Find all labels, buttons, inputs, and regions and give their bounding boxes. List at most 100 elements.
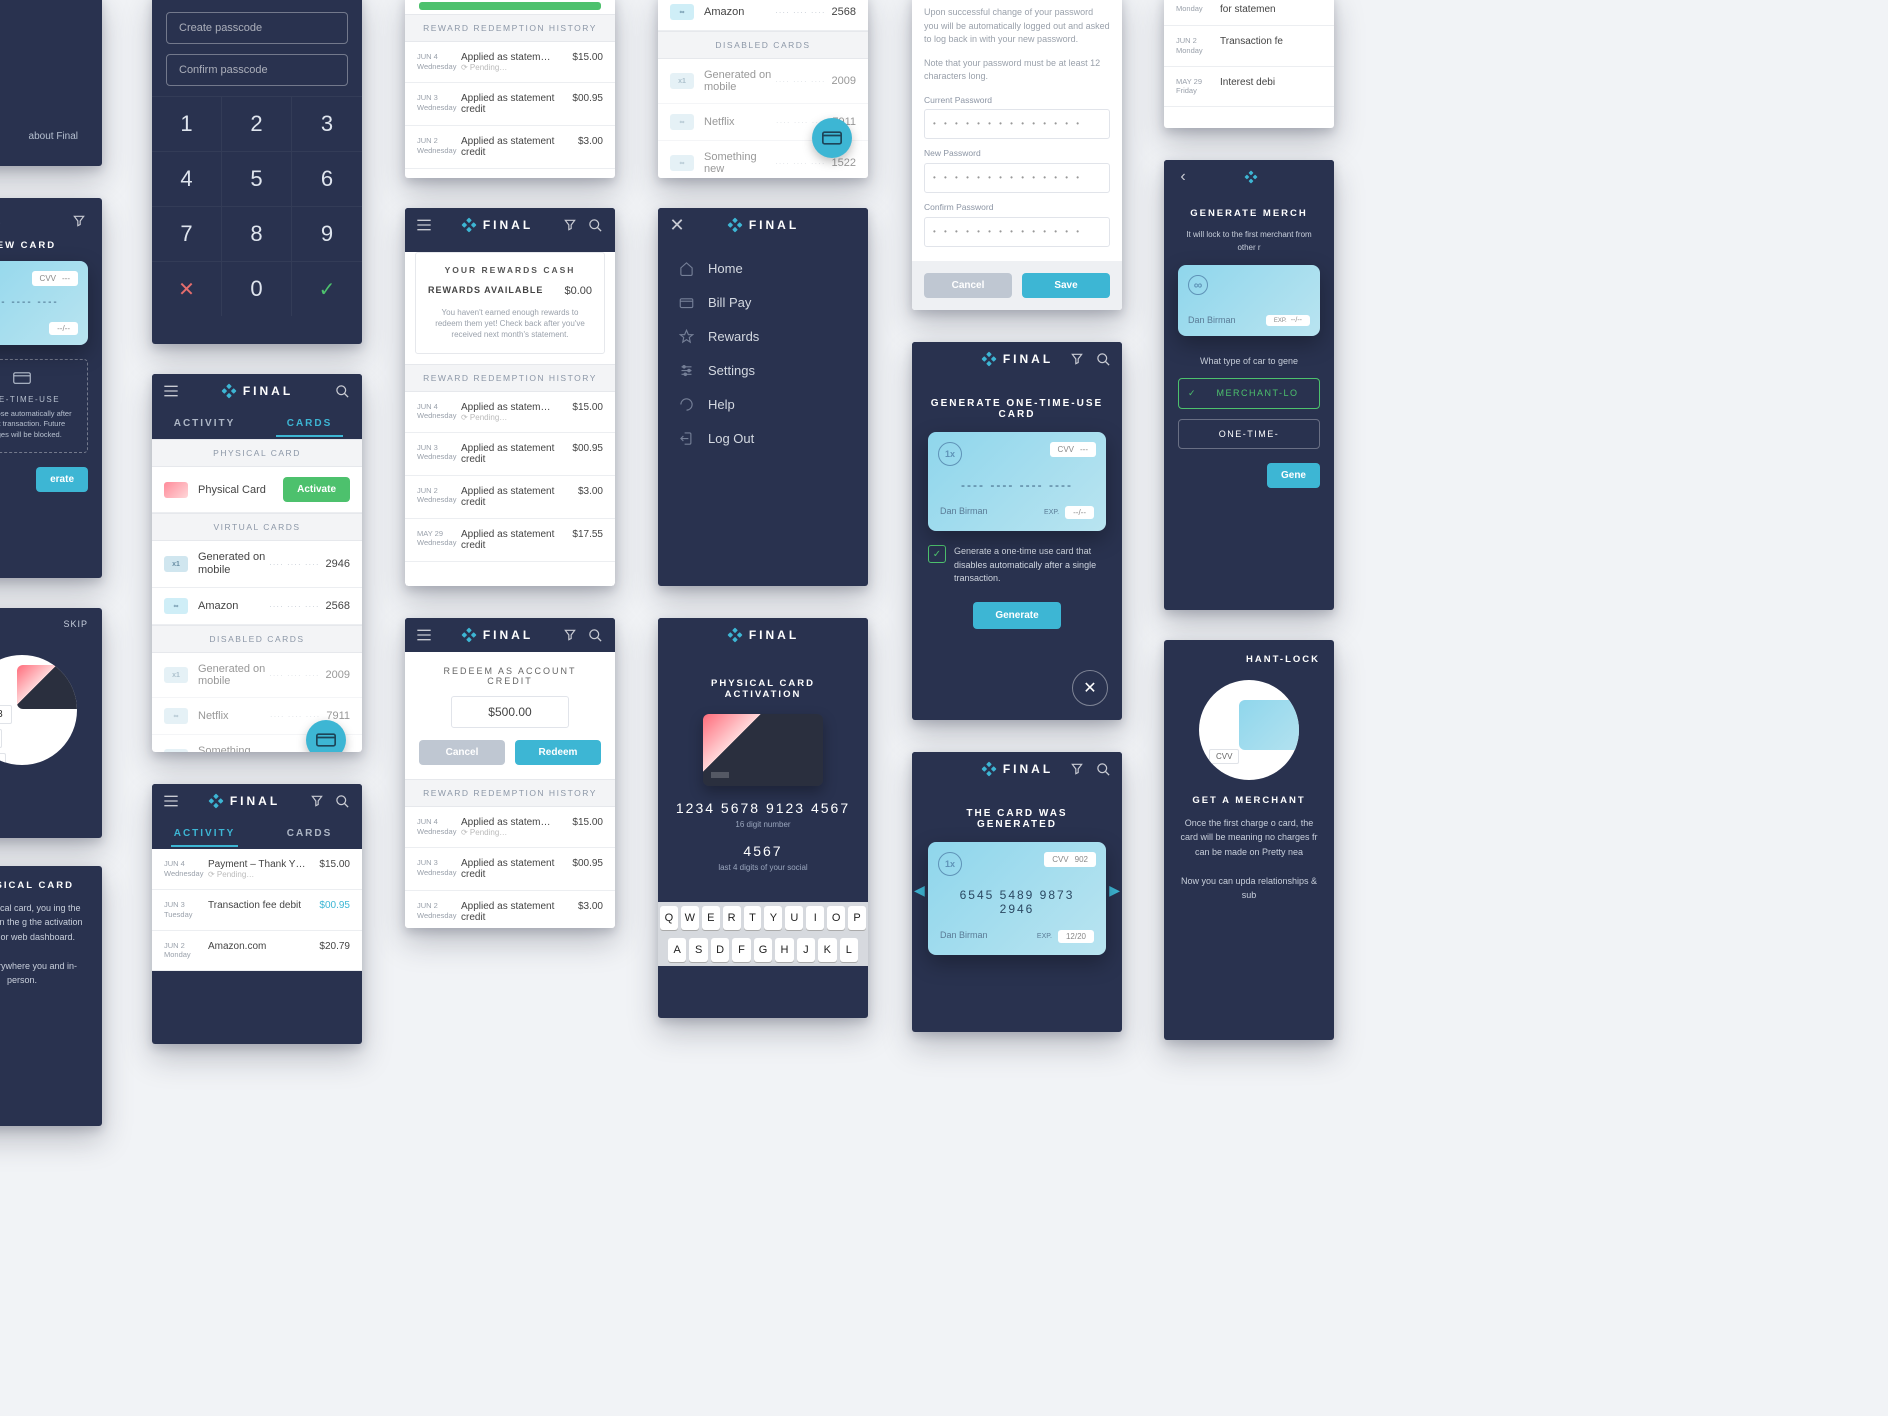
reward-row[interactable]: JUN 3WednesdayApplied as statement credi… <box>405 433 615 476</box>
current-password-input[interactable]: • • • • • • • • • • • • • • <box>924 109 1110 139</box>
search-icon[interactable] <box>587 626 605 644</box>
reward-row[interactable]: JUN 2WednesdayApplied as statement credi… <box>405 126 615 169</box>
back-icon[interactable]: ‹ <box>1174 168 1192 186</box>
search-icon[interactable] <box>334 382 352 400</box>
reward-row[interactable]: JUN 4WednesdayApplied as statem…⟳ Pendin… <box>405 42 615 83</box>
key-Y[interactable]: Y <box>764 906 782 930</box>
virtual-card-row[interactable]: ∞Amazon···· ···· ····2568 <box>658 0 868 31</box>
filter-icon[interactable] <box>1068 350 1086 368</box>
key-K[interactable]: K <box>818 938 836 962</box>
activity-row[interactable]: Mondayfor statemen <box>1164 0 1334 26</box>
activity-row[interactable]: JUN 4WednesdayPayment – Thank Y…⟳ Pendin… <box>152 849 362 890</box>
redeem-button[interactable]: Redeem <box>515 740 601 765</box>
key-A[interactable]: A <box>668 938 686 962</box>
reward-row[interactable]: JUN 4WednesdayApplied as statem…⟳ Pendin… <box>405 392 615 433</box>
cancel-button[interactable]: Cancel <box>419 740 505 765</box>
key-1[interactable]: 1 <box>152 96 222 151</box>
fab-add-card[interactable] <box>812 118 852 158</box>
generate-button[interactable]: erate <box>36 467 88 492</box>
key-I[interactable]: I <box>806 906 824 930</box>
new-password-input[interactable]: • • • • • • • • • • • • • • <box>924 163 1110 193</box>
menu-help[interactable]: Help <box>678 396 848 412</box>
key-Q[interactable]: Q <box>660 906 678 930</box>
key-O[interactable]: O <box>827 906 845 930</box>
key-D[interactable]: D <box>711 938 729 962</box>
fab-add-card[interactable] <box>306 720 346 752</box>
choice-merchant-locked[interactable]: MERCHANT-LO <box>1178 378 1320 409</box>
reward-row[interactable]: MAY 29WednesdayApplied as statement cred… <box>405 519 615 562</box>
key-7[interactable]: 7 <box>152 206 222 261</box>
create-passcode-input[interactable]: Create passcode <box>166 12 348 44</box>
cancel-button[interactable]: Cancel <box>924 273 1012 298</box>
key-P[interactable]: P <box>848 906 866 930</box>
disabled-card-row[interactable]: x1Generated on mobile···· ···· ····2009 <box>658 59 868 104</box>
next-card-arrow[interactable]: ▶ <box>1109 882 1120 899</box>
disabled-card-row[interactable]: x1Generated on mobile···· ···· ····2009 <box>152 653 362 698</box>
menu-rewards[interactable]: Rewards <box>678 328 848 344</box>
menu-home[interactable]: Home <box>678 260 848 276</box>
key-8[interactable]: 8 <box>222 206 292 261</box>
menu-icon[interactable] <box>162 382 180 400</box>
tab-cards[interactable]: CARDS <box>257 408 362 439</box>
key-J[interactable]: J <box>797 938 815 962</box>
activity-row[interactable]: JUN 3TuesdayTransaction fee debit$00.95 <box>152 890 362 931</box>
tab-cards[interactable]: CARDS <box>257 818 362 849</box>
activity-row[interactable]: JUN 2MondayAmazon.com$20.79 <box>152 931 362 972</box>
reward-row[interactable]: JUN 3WednesdayApplied as statement credi… <box>405 83 615 126</box>
key-5[interactable]: 5 <box>222 151 292 206</box>
key-L[interactable]: L <box>840 938 858 962</box>
key-ok[interactable]: ✓ <box>292 261 362 316</box>
reward-row[interactable]: JUN 3WednesdayApplied as statement credi… <box>405 848 615 891</box>
key-E[interactable]: E <box>702 906 720 930</box>
key-R[interactable]: R <box>723 906 741 930</box>
reward-row[interactable]: JUN 4WednesdayApplied as statem…⟳ Pendin… <box>405 807 615 848</box>
key-0[interactable]: 0 <box>222 261 292 316</box>
key-cancel[interactable]: ✕ <box>152 261 222 316</box>
filter-icon[interactable] <box>561 216 579 234</box>
menu-icon[interactable] <box>415 216 433 234</box>
reward-row[interactable]: JUN 2WednesdayApplied as statement credi… <box>405 891 615 928</box>
activity-row[interactable]: MAY 29FridayInterest debi <box>1164 67 1334 108</box>
prev-card-arrow[interactable]: ◀ <box>914 882 925 899</box>
key-H[interactable]: H <box>775 938 793 962</box>
menu-icon[interactable] <box>162 792 180 810</box>
redeem-amount-input[interactable]: $500.00 <box>451 696 569 728</box>
choice-onetime[interactable]: ONE-TIME- <box>1178 419 1320 449</box>
activate-button[interactable]: Activate <box>283 477 350 502</box>
save-button[interactable]: Save <box>1022 273 1110 298</box>
virtual-card-row[interactable]: ∞Amazon···· ···· ····2568 <box>152 588 362 625</box>
key-6[interactable]: 6 <box>292 151 362 206</box>
search-icon[interactable] <box>587 216 605 234</box>
menu-logout[interactable]: Log Out <box>678 430 848 446</box>
search-icon[interactable] <box>1094 350 1112 368</box>
physical-card-row[interactable]: Physical Card Activate <box>152 467 362 513</box>
key-U[interactable]: U <box>785 906 803 930</box>
tab-activity[interactable]: ACTIVITY <box>152 818 257 849</box>
search-icon[interactable] <box>1094 760 1112 778</box>
key-4[interactable]: 4 <box>152 151 222 206</box>
close-icon[interactable]: ✕ <box>668 216 686 234</box>
key-W[interactable]: W <box>681 906 699 930</box>
key-2[interactable]: 2 <box>222 96 292 151</box>
key-3[interactable]: 3 <box>292 96 362 151</box>
key-T[interactable]: T <box>744 906 762 930</box>
key-S[interactable]: S <box>689 938 707 962</box>
key-9[interactable]: 9 <box>292 206 362 261</box>
generate-button[interactable]: Gene <box>1267 463 1320 488</box>
menu-settings[interactable]: Settings <box>678 362 848 378</box>
filter-icon[interactable] <box>1068 760 1086 778</box>
onetime-checkbox[interactable]: ✓ <box>928 545 946 563</box>
confirm-password-input[interactable]: • • • • • • • • • • • • • • <box>924 217 1110 247</box>
filter-icon[interactable] <box>561 626 579 644</box>
activity-row[interactable]: JUN 2MondayTransaction fe <box>1164 26 1334 67</box>
key-G[interactable]: G <box>754 938 772 962</box>
tab-activity[interactable]: ACTIVITY <box>152 408 257 439</box>
menu-billpay[interactable]: Bill Pay <box>678 294 848 310</box>
virtual-card-row[interactable]: x1Generated on mobile···· ···· ····2946 <box>152 541 362 588</box>
qwerty-keyboard[interactable]: Q W E R T Y U I O P <box>658 902 868 934</box>
reward-row[interactable]: JUN 2WednesdayApplied as statement credi… <box>405 476 615 519</box>
menu-icon[interactable] <box>415 626 433 644</box>
filter-icon[interactable] <box>70 212 88 230</box>
close-button[interactable]: ✕ <box>1072 670 1108 706</box>
skip-button[interactable]: SKIP <box>63 619 88 629</box>
